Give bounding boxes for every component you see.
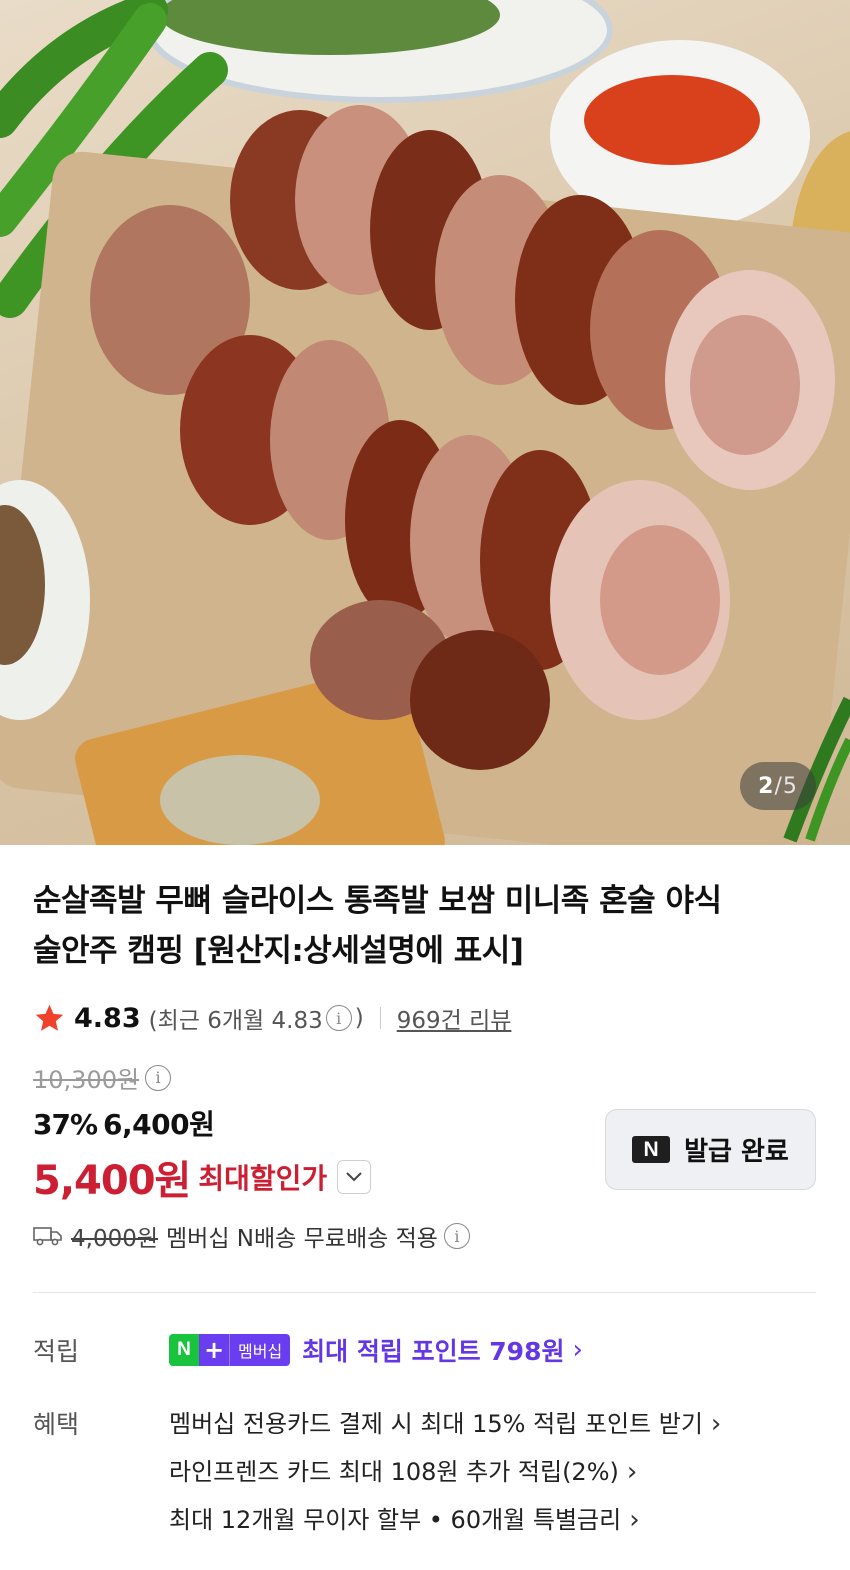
image-counter-total: 5	[782, 773, 798, 799]
max-points-text: 최대 적립 포인트 798원	[302, 1337, 565, 1366]
benefit-list: 멤버십 전용카드 결제 시 최대 15% 적립 포인트 받기 › 라인프렌즈 카…	[169, 1400, 721, 1544]
points-row[interactable]: N + 멤버십 최대 적립 포인트 798원 ›	[169, 1332, 583, 1368]
discount-price: 6,400원	[103, 1108, 215, 1141]
truck-icon	[33, 1227, 62, 1246]
shipping-original-fee: 4,000원	[71, 1226, 159, 1252]
benefit-label: 혜택	[33, 1410, 80, 1439]
divider	[379, 1007, 381, 1029]
section-divider	[33, 1292, 816, 1293]
chevron-down-icon	[346, 1172, 362, 1182]
benefit-item-text: 라인프렌즈 카드 최대 108원 추가 적립(2%)	[169, 1458, 619, 1486]
max-discount-price: 5,400원	[33, 1158, 191, 1204]
max-discount-toggle[interactable]	[337, 1160, 372, 1194]
chevron-right-icon: ›	[710, 1409, 722, 1439]
discount-rate: 37%	[33, 1108, 98, 1141]
benefit-item[interactable]: 라인프렌즈 카드 최대 108원 추가 적립(2%) ›	[169, 1448, 721, 1496]
product-title: 순살족발 무뼈 슬라이스 통족발 보쌈 미니족 혼술 야식 술안주 캠핑 [원산…	[33, 876, 813, 976]
rating-value: 4.83	[74, 1002, 141, 1034]
image-counter-current: 2	[758, 773, 775, 799]
review-count-link[interactable]: 969건 리뷰	[397, 1001, 512, 1035]
info-icon[interactable]: i	[443, 1223, 470, 1249]
coupon-issued-button[interactable]: N 발급 완료	[605, 1109, 816, 1190]
info-icon[interactable]: i	[145, 1064, 172, 1091]
benefit-item[interactable]: 멤버십 전용카드 결제 시 최대 15% 적립 포인트 받기 ›	[169, 1400, 721, 1448]
benefit-item-text: 최대 12개월 무이자 할부 • 60개월 특별금리	[169, 1506, 622, 1534]
coupon-issued-label: 발급 완료	[684, 1137, 789, 1167]
benefit-item[interactable]: 최대 12개월 무이자 할부 • 60개월 특별금리 ›	[169, 1496, 721, 1544]
naver-n-icon: N	[632, 1136, 671, 1163]
points-label: 적립	[33, 1337, 80, 1366]
discount-row: 37% 6,400원	[33, 1103, 215, 1143]
recent-rating-close: )	[354, 1005, 364, 1031]
naver-n-icon: N	[169, 1334, 199, 1366]
membership-badge-label: 멤버십	[229, 1334, 291, 1366]
naver-plus-membership-badge: N + 멤버십	[169, 1334, 291, 1366]
chevron-right-icon: ›	[626, 1457, 638, 1487]
product-photo-illustration	[0, 0, 850, 845]
plus-icon: +	[199, 1334, 229, 1366]
recent-rating-text: (최근 6개월 4.83	[148, 1008, 323, 1034]
shipping-info-text: 멤버십 N배송 무료배송 적용	[166, 1226, 438, 1252]
max-discount-row: 5,400원 최대할인가	[33, 1148, 372, 1206]
rating-row: 4.83 (최근 6개월 4.83 i ) 969건 리뷰	[33, 998, 511, 1038]
benefit-item-text: 멤버십 전용카드 결제 시 최대 15% 적립 포인트 받기	[169, 1410, 703, 1438]
product-title-line-2: 술안주 캠핑 [원산지:상세설명에 표시]	[33, 933, 524, 969]
max-discount-label: 최대할인가	[198, 1162, 328, 1195]
original-price-row: 10,300원 i	[33, 1060, 174, 1095]
original-price: 10,300원	[33, 1066, 140, 1094]
shipping-row: 4,000원 멤버십 N배송 무료배송 적용 i	[33, 1219, 473, 1253]
chevron-right-icon: ›	[572, 1335, 583, 1365]
product-title-line-1: 순살족발 무뼈 슬라이스 통족발 보쌈 미니족 혼술 야식	[33, 883, 722, 919]
star-icon	[35, 1004, 64, 1031]
image-counter: 2 / 5	[740, 762, 816, 810]
image-counter-separator: /	[774, 773, 783, 799]
product-image[interactable]: 2 / 5	[0, 0, 850, 845]
recent-rating: (최근 6개월 4.83 i )	[149, 1001, 364, 1035]
chevron-right-icon: ›	[629, 1505, 640, 1535]
info-icon[interactable]: i	[325, 1005, 352, 1031]
